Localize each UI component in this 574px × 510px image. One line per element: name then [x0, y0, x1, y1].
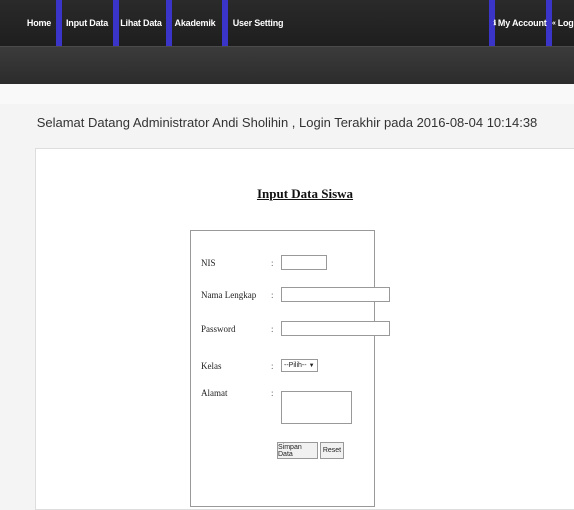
kelas-selected-value: --Pilih--: [284, 362, 307, 369]
colon: :: [271, 361, 274, 371]
top-nav-bar: Home Input Data Lihat Data Akademik User…: [0, 0, 574, 46]
logout-label: Logout: [557, 18, 574, 28]
colon: :: [271, 290, 274, 300]
form-title: Input Data Siswa: [256, 186, 354, 201]
dropdown-arrow-icon: ▼: [308, 362, 315, 369]
label-nama-lengkap: Nama Lengkap: [201, 290, 257, 300]
simpan-data-button[interactable]: Simpan Data: [277, 442, 318, 459]
colon: :: [271, 388, 274, 398]
password-input[interactable]: [281, 321, 390, 336]
user-icon: ℹ: [493, 20, 496, 27]
nav-akademik[interactable]: Akademik: [174, 0, 216, 46]
my-account-label: My Account: [497, 18, 547, 28]
nav-user-setting[interactable]: User Setting: [230, 0, 286, 46]
label-alamat: Alamat: [201, 388, 228, 398]
nav-logout[interactable]: « Logout: [552, 0, 574, 46]
nav-separator: [166, 0, 172, 46]
nama-lengkap-input[interactable]: [281, 287, 390, 302]
nav-separator: [113, 0, 119, 46]
welcome-message: Selamat Datang Administrator Andi Sholih…: [36, 115, 538, 130]
alamat-textarea[interactable]: [281, 391, 352, 424]
nav-lihat-data[interactable]: Lihat Data: [120, 0, 162, 46]
nav-input-data[interactable]: Input Data: [65, 0, 109, 46]
label-nis: NIS: [201, 258, 216, 268]
colon: :: [271, 324, 274, 334]
nav-home[interactable]: Home: [24, 0, 54, 46]
label-password: Password: [201, 324, 236, 334]
nav-separator: [56, 0, 62, 46]
nav-separator: [222, 0, 228, 46]
colon: :: [271, 258, 274, 268]
nis-input[interactable]: [281, 255, 327, 270]
header-gap: [0, 84, 574, 104]
nav-my-account[interactable]: ℹ My Account: [493, 0, 547, 46]
reset-button[interactable]: Reset: [320, 442, 344, 459]
kelas-select[interactable]: --Pilih-- ▼: [281, 359, 318, 372]
label-kelas: Kelas: [201, 361, 222, 371]
sub-nav-bar: [0, 46, 574, 84]
logout-icon: «: [552, 19, 556, 27]
